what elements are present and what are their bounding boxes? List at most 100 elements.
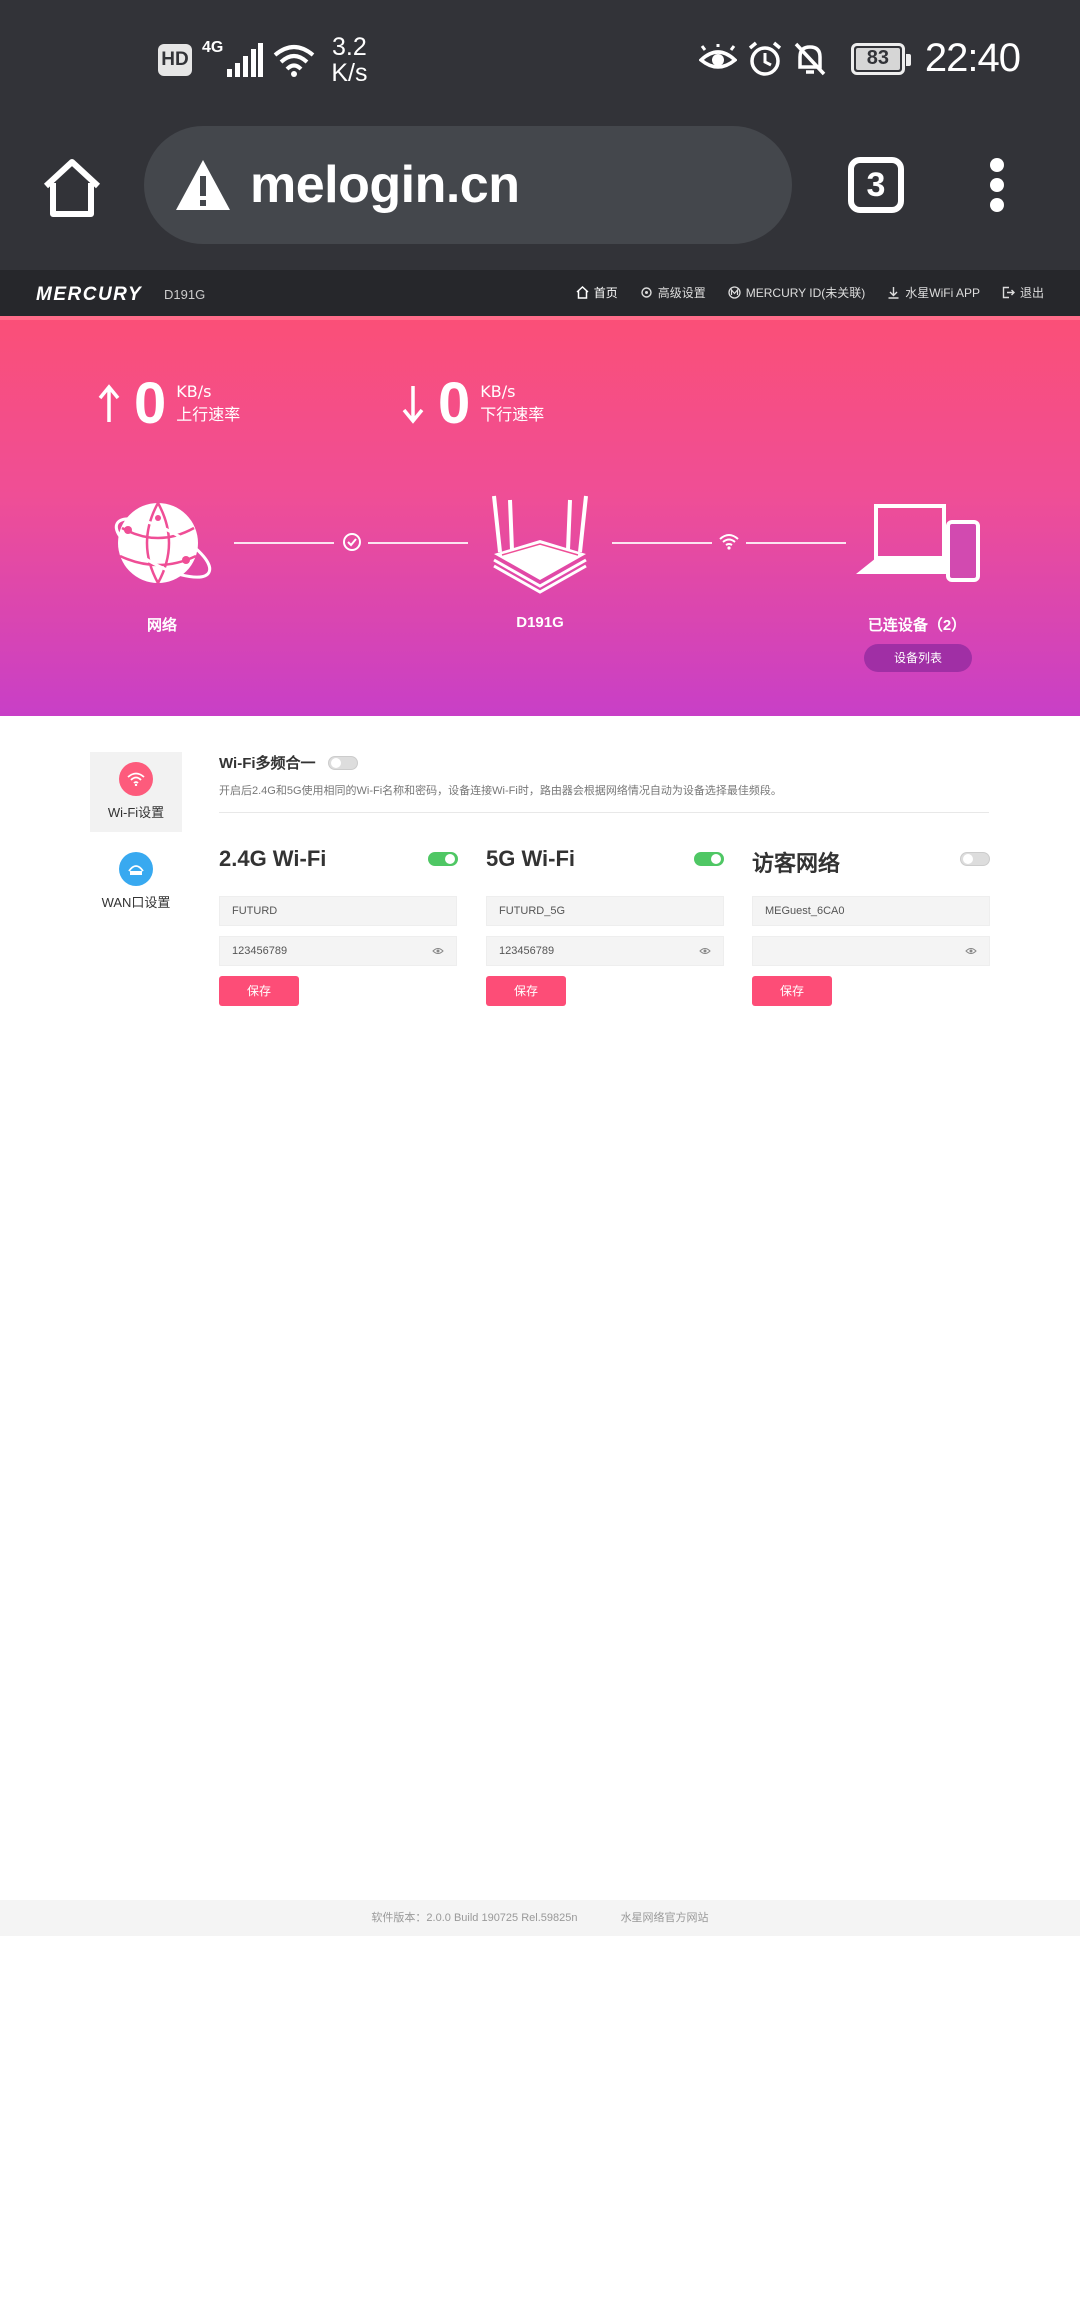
- status-left: HD 4G 3.2 K/s: [158, 34, 367, 86]
- network-speed: 3.2 K/s: [331, 34, 367, 86]
- nav-logout[interactable]: 退出: [1002, 284, 1044, 301]
- sidebar-item-label: Wi-Fi设置: [107, 805, 165, 820]
- download-label: 下行速率: [480, 405, 545, 424]
- alarm-icon: [748, 41, 782, 76]
- eye-icon[interactable]: [432, 947, 444, 955]
- eye-comfort-icon: [698, 43, 737, 69]
- card-title-guest: 访客网络: [752, 851, 841, 876]
- devices-icon[interactable]: [852, 502, 982, 592]
- nav-mercury-id-label: MERCURY ID(未关联): [745, 286, 866, 300]
- network-type: 4G: [202, 39, 224, 56]
- network-label: 网络: [146, 617, 177, 634]
- link-line-4: [746, 542, 846, 544]
- router-header: MERCURY D191G 首页 高级设置 MERCURY ID(未关联) 水星…: [0, 270, 1080, 316]
- wifi-icon: [274, 45, 315, 77]
- sidebar-item-wifi-settings[interactable]: Wi-Fi设置: [90, 752, 182, 832]
- nav-app-label: 水星WiFi APP: [905, 286, 980, 300]
- download-rate: 0 KB/s 下行速率: [402, 370, 544, 437]
- card-title-24g: 2.4G Wi-Fi: [219, 846, 327, 871]
- speed-unit: K/s: [331, 59, 368, 87]
- wifi-merge-title: Wi-Fi多频合一: [219, 755, 316, 772]
- address-bar[interactable]: melogin.cn: [144, 126, 792, 244]
- wan-icon: [119, 852, 153, 886]
- official-site-link[interactable]: 水星网络官方网站: [621, 1912, 709, 1924]
- link-line-2: [368, 542, 468, 544]
- save-button-24g[interactable]: 保存: [219, 976, 299, 1006]
- mercury-id-icon: [728, 286, 741, 299]
- check-icon: [343, 533, 361, 551]
- ssid-field-24g[interactable]: FUTURD: [219, 896, 457, 926]
- eye-icon[interactable]: [965, 947, 977, 955]
- wifi-5g-toggle[interactable]: [694, 852, 724, 866]
- url-text[interactable]: melogin.cn: [250, 155, 520, 215]
- home-icon: [576, 286, 589, 299]
- hd-badge: HD: [158, 44, 192, 76]
- nav-mercury-id[interactable]: MERCURY ID(未关联): [728, 284, 866, 301]
- arrow-down-icon: [402, 385, 424, 424]
- firmware-version: 软件版本：2.0.0 Build 190725 Rel.59825n: [371, 1912, 578, 1924]
- sidebar-item-label: WAN口设置: [101, 895, 171, 910]
- password-value-5g: 123456789: [499, 945, 555, 957]
- upload-rate: 0 KB/s 上行速率: [98, 370, 240, 437]
- save-button-guest[interactable]: 保存: [752, 976, 832, 1006]
- ssid-field-5g[interactable]: FUTURD_5G: [486, 896, 724, 926]
- section-divider: [219, 812, 989, 813]
- speed-value: 3.2: [332, 33, 367, 61]
- clock: 22:40: [924, 36, 1021, 80]
- eye-icon[interactable]: [699, 947, 711, 955]
- device-list-button[interactable]: 设备列表: [864, 644, 972, 672]
- gear-icon: [641, 287, 652, 298]
- battery-level: 83: [855, 47, 900, 70]
- arrow-up-icon: [98, 383, 120, 422]
- wifi-merge-toggle[interactable]: [328, 756, 358, 770]
- save-button-5g[interactable]: 保存: [486, 976, 566, 1006]
- devices-label: 已连设备（2）: [867, 617, 967, 634]
- router-label: D191G: [516, 614, 564, 631]
- download-unit: KB/s: [480, 382, 516, 401]
- brand-logo: MERCURY: [36, 284, 143, 305]
- password-field-24g[interactable]: 123456789: [219, 936, 457, 966]
- status-bar: HD 4G 3.2 K/s 83 22:40: [0, 0, 1080, 124]
- signal-icon: [227, 43, 264, 77]
- browser-toolbar: melogin.cn 3: [0, 124, 1080, 270]
- menu-more-icon[interactable]: [982, 158, 1012, 214]
- home-icon[interactable]: [40, 156, 104, 220]
- hero-top-border: [0, 316, 1080, 320]
- wifi-icon: [119, 762, 153, 796]
- page-footer: 软件版本：2.0.0 Build 190725 Rel.59825n 水星网络官…: [0, 1900, 1080, 1936]
- nav-advanced-label: 高级设置: [657, 286, 706, 300]
- tab-switcher-button[interactable]: 3: [848, 157, 904, 213]
- wifi-merge-description: 开启后2.4G和5G使用相同的Wi-Fi名称和密码，设备连接Wi-Fi时，路由器…: [219, 785, 782, 797]
- nav-app-download[interactable]: 水星WiFi APP: [887, 284, 980, 301]
- download-value: 0: [438, 371, 471, 436]
- top-nav: 首页 高级设置 MERCURY ID(未关联) 水星WiFi APP 退出: [576, 284, 1044, 301]
- mute-icon: [794, 42, 826, 75]
- upload-unit-block: KB/s 上行速率: [176, 382, 240, 425]
- globe-icon[interactable]: [108, 498, 218, 588]
- nav-advanced-settings[interactable]: 高级设置: [640, 284, 706, 301]
- router-icon[interactable]: [488, 494, 592, 594]
- download-unit-block: KB/s 下行速率: [480, 382, 544, 425]
- network-status-panel: 0 KB/s 上行速率 0 KB/s 下行速率 网络 D191G 已连设备（2）…: [0, 316, 1080, 716]
- status-right: 83 22:40: [698, 36, 1021, 81]
- sidebar-item-wan-settings[interactable]: WAN口设置: [90, 842, 182, 922]
- password-value-24g: 123456789: [232, 945, 288, 957]
- nav-home[interactable]: 首页: [576, 284, 618, 301]
- warning-icon[interactable]: [174, 158, 232, 212]
- password-field-guest[interactable]: [752, 936, 990, 966]
- link-line-3: [612, 542, 712, 544]
- wifi-link-icon: [719, 534, 739, 550]
- card-title-5g: 5G Wi-Fi: [486, 846, 576, 871]
- link-line-1: [234, 542, 334, 544]
- logout-icon: [1002, 286, 1015, 299]
- nav-home-label: 首页: [593, 286, 618, 300]
- ssid-field-guest[interactable]: MEGuest_6CA0: [752, 896, 990, 926]
- guest-network-toggle[interactable]: [960, 852, 990, 866]
- upload-value: 0: [134, 371, 167, 436]
- nav-logout-label: 退出: [1019, 286, 1044, 300]
- battery-indicator: 83: [850, 42, 911, 75]
- password-field-5g[interactable]: 123456789: [486, 936, 724, 966]
- wifi-24g-toggle[interactable]: [428, 852, 458, 866]
- model-label: D191G: [164, 287, 206, 302]
- upload-unit: KB/s: [176, 382, 212, 401]
